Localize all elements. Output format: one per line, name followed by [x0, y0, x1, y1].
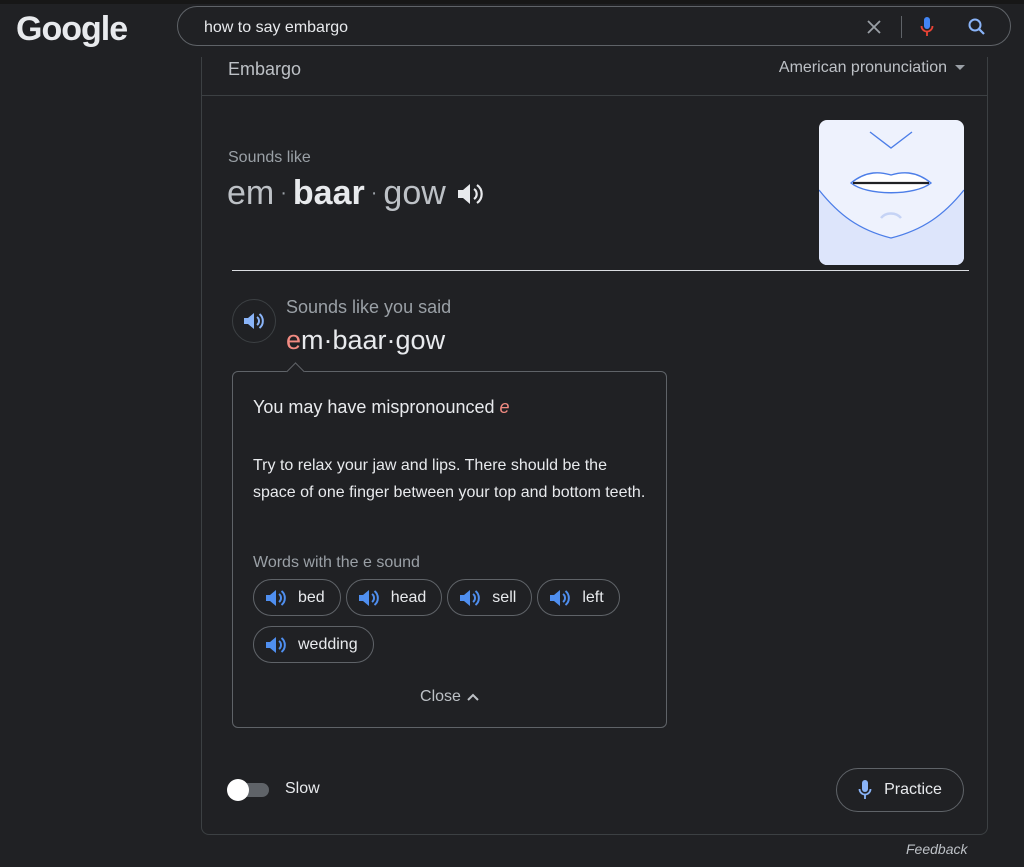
popup-title-letter: e	[499, 397, 510, 417]
word-chip-head[interactable]: head	[345, 579, 443, 616]
feedback-link[interactable]: Feedback	[906, 841, 967, 857]
attempt-rest: m·baar·gow	[301, 325, 446, 355]
word-chip-label: left	[582, 588, 604, 606]
word-chip-label: bed	[298, 588, 325, 606]
accent-label: American pronunciation	[778, 59, 947, 76]
phonetic-spelling: em · baar · gow	[227, 174, 484, 213]
word-chip-bed[interactable]: bed	[253, 579, 341, 616]
word-title: Embargo	[228, 59, 302, 79]
syllable-1: em	[227, 174, 275, 212]
practice-button[interactable]: Practice	[836, 768, 964, 812]
word-chip-label: head	[390, 588, 427, 606]
syllable-3: gow	[383, 174, 446, 212]
speaker-icon	[266, 636, 286, 653]
close-popup-button[interactable]: Close	[233, 688, 666, 706]
popup-caret	[286, 362, 305, 381]
practice-label: Practice	[884, 781, 942, 798]
search-input[interactable]	[202, 15, 806, 41]
popup-title-text: You may have mispronounced	[253, 397, 495, 417]
voice-search-icon[interactable]	[914, 7, 940, 47]
play-pronunciation-icon[interactable]	[456, 181, 484, 207]
attempt-label: Sounds like you said	[286, 297, 452, 317]
header-bar: Google	[0, 0, 1024, 57]
microphone-icon	[858, 780, 872, 799]
speaker-icon	[550, 589, 571, 606]
section-divider	[232, 270, 969, 271]
replay-attempt-button[interactable]	[232, 299, 276, 343]
popup-title: You may have mispronounced e	[253, 397, 510, 418]
toggle-knob	[227, 779, 249, 801]
search-icon[interactable]	[963, 7, 991, 47]
word-chip-left[interactable]: left	[537, 579, 620, 616]
accent-dropdown[interactable]: American pronunciation	[779, 59, 965, 77]
speaker-icon	[244, 313, 264, 329]
popup-tip-text: Try to relax your jaw and lips. There sh…	[253, 457, 646, 501]
caret-down-icon	[955, 65, 965, 70]
syllable-separator: ·	[280, 182, 287, 204]
mispronounced-letter[interactable]: e	[286, 325, 301, 355]
clear-search-icon[interactable]	[862, 7, 886, 47]
syllable-separator: ·	[370, 182, 378, 204]
google-logo[interactable]: Google	[16, 10, 128, 49]
browser-topline	[0, 0, 1024, 4]
example-words-label: Words with the e sound	[253, 554, 420, 571]
speaker-icon	[358, 589, 379, 606]
pronunciation-card: Embargo American pronunciation Sounds li…	[201, 57, 988, 835]
slow-label: Slow	[285, 780, 320, 797]
mouth-animation	[819, 120, 964, 265]
example-words: bed head sell left wedding	[253, 579, 653, 663]
word-chip-sell[interactable]: sell	[447, 579, 533, 616]
word-chip-label: wedding	[298, 635, 358, 653]
close-label: Close	[420, 688, 461, 705]
header-divider	[202, 95, 987, 96]
attempt-word: em·baar·gow	[286, 325, 445, 356]
sounds-like-label: Sounds like	[228, 149, 311, 166]
search-divider	[901, 16, 902, 38]
word-chip-label: sell	[492, 588, 517, 606]
chevron-up-icon	[467, 693, 479, 701]
speaker-icon	[460, 589, 481, 606]
slow-toggle[interactable]	[227, 779, 273, 801]
syllable-stressed: baar	[292, 174, 365, 212]
word-chip-wedding[interactable]: wedding	[253, 626, 374, 663]
speaker-icon	[266, 589, 286, 606]
tip-popup: You may have mispronounced e Try to rela…	[232, 362, 667, 728]
search-box[interactable]	[177, 6, 1011, 46]
